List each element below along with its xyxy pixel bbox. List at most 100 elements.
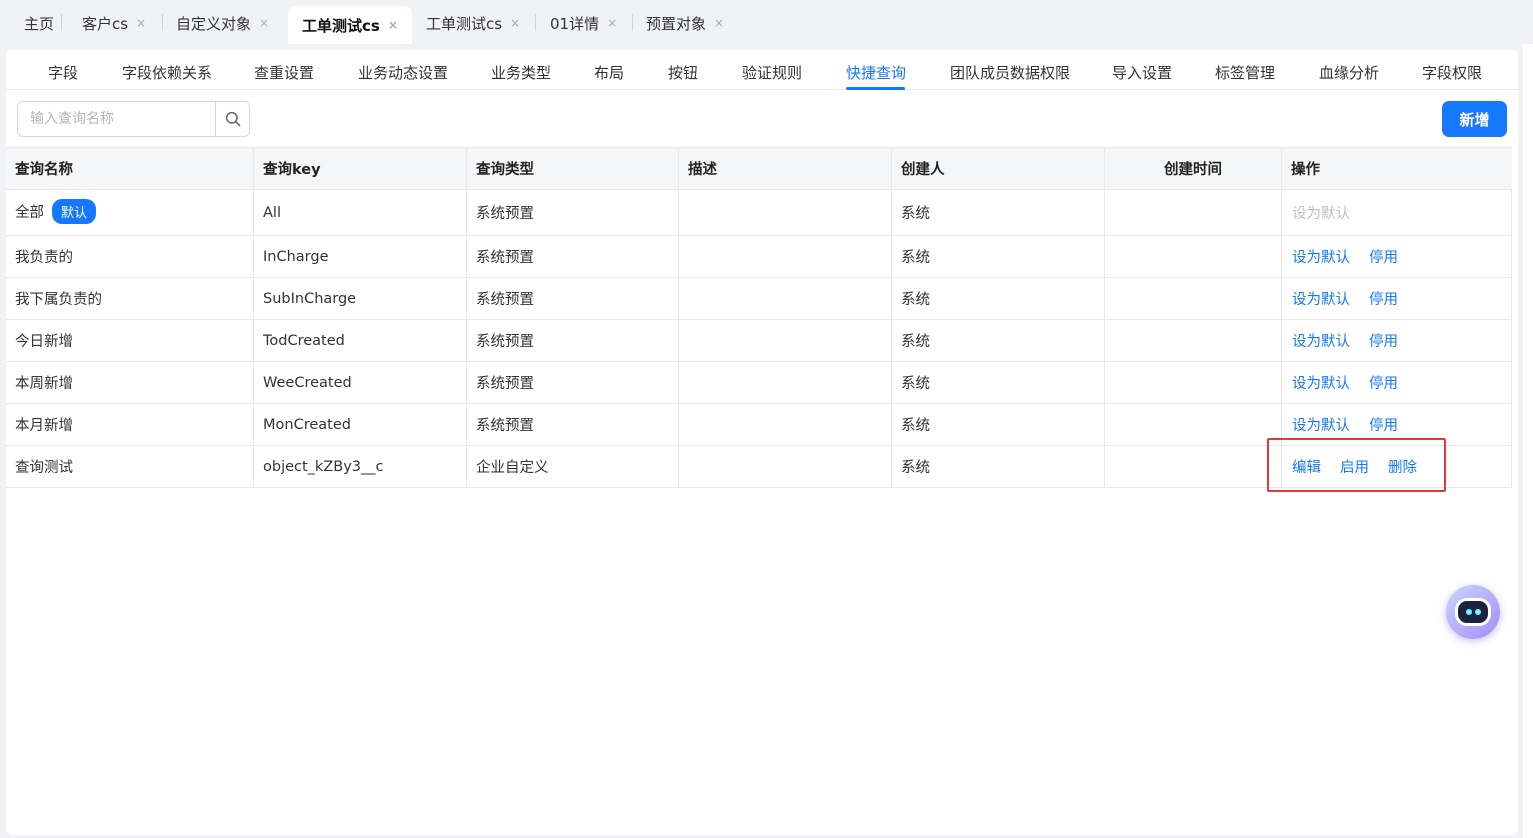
cell-text: 系统预置 <box>476 334 534 350</box>
action-link[interactable]: 设为默认 <box>1292 414 1350 435</box>
column-header: 描述 <box>679 148 892 189</box>
cell-key: All <box>254 190 467 235</box>
subnav-item-12[interactable]: 血缘分析 <box>1319 62 1379 83</box>
cell-name: 查询测试 <box>6 446 254 487</box>
column-header: 创建时间 <box>1105 148 1282 189</box>
cell-type: 系统预置 <box>467 362 679 403</box>
cell-desc <box>679 190 892 235</box>
action-link[interactable]: 停用 <box>1369 414 1398 435</box>
subnav-item-7[interactable]: 验证规则 <box>742 62 802 83</box>
cell-key: WeeCreated <box>254 362 467 403</box>
cell-text: TodCreated <box>263 332 345 349</box>
active-subnav-underline <box>846 87 905 90</box>
tab-1[interactable]: 客户cs × <box>82 6 146 40</box>
cell-name: 我下属负责的 <box>6 278 254 319</box>
search-icon <box>225 111 240 127</box>
tab-label: 主页 <box>24 14 55 33</box>
cell-key: InCharge <box>254 236 467 277</box>
action-link[interactable]: 设为默认 <box>1292 372 1350 393</box>
tab-divider <box>632 14 633 31</box>
cell-name: 本月新增 <box>6 404 254 445</box>
cell-text: 系统 <box>901 418 930 434</box>
cell-creator: 系统 <box>892 236 1105 277</box>
subnav-item-0[interactable]: 字段 <box>48 62 78 83</box>
action-link[interactable]: 停用 <box>1369 330 1398 351</box>
column-header: 查询名称 <box>6 148 254 189</box>
tab-5[interactable]: 01详情 × <box>550 6 617 40</box>
subnav-item-9[interactable]: 团队成员数据权限 <box>950 62 1070 83</box>
column-header: 查询key <box>254 148 467 189</box>
close-icon[interactable]: × <box>510 16 520 30</box>
cell-text: 系统 <box>901 250 930 266</box>
cell-text: 系统 <box>901 376 930 392</box>
column-header: 查询类型 <box>467 148 679 189</box>
action-link[interactable]: 停用 <box>1369 246 1398 267</box>
cell-creator: 系统 <box>892 404 1105 445</box>
cell-text: 系统预置 <box>476 376 534 392</box>
action-link[interactable]: 停用 <box>1369 288 1398 309</box>
cell-type: 系统预置 <box>467 236 679 277</box>
cell-creator: 系统 <box>892 446 1105 487</box>
cell-text: WeeCreated <box>263 374 352 391</box>
tab-label: 自定义对象 <box>176 14 252 33</box>
top-tab-bar: 主页 客户cs × 自定义对象 × 工单测试cs × 工单测试cs × 01详情 × 预置对象 × <box>0 0 1533 44</box>
subnav-item-3[interactable]: 业务动态设置 <box>358 62 448 83</box>
cell-text: MonCreated <box>263 416 351 433</box>
cell-creator: 系统 <box>892 362 1105 403</box>
cell-actions: 设为默认 停用 <box>1282 278 1512 319</box>
cell-text: SubInCharge <box>263 290 357 307</box>
action-link[interactable]: 设为默认 <box>1292 246 1350 267</box>
cell-type: 系统预置 <box>467 278 679 319</box>
assistant-button[interactable] <box>1446 585 1500 639</box>
search-button[interactable] <box>215 102 249 136</box>
subnav-item-4[interactable]: 业务类型 <box>491 62 551 83</box>
cell-text: 系统 <box>901 460 930 476</box>
default-badge: 默认 <box>52 199 97 224</box>
subnav-item-10[interactable]: 导入设置 <box>1112 62 1172 83</box>
add-query-button[interactable]: 新增 <box>1442 101 1507 137</box>
tab-label: 客户cs <box>82 14 129 33</box>
tab-2[interactable]: 自定义对象 × <box>176 6 269 40</box>
table-row: 我负责的 InCharge 系统预置 系统 设为默认 停用 <box>6 236 1512 278</box>
action-link[interactable]: 设为默认 <box>1292 330 1350 351</box>
close-icon[interactable]: × <box>259 16 269 30</box>
subnav-item-2[interactable]: 查重设置 <box>254 62 314 83</box>
cell-text: 系统预置 <box>476 292 534 308</box>
cell-created <box>1105 236 1282 277</box>
subnav-item-11[interactable]: 标签管理 <box>1215 62 1275 83</box>
cell-text: 系统预置 <box>476 250 534 266</box>
tab-0[interactable]: 主页 <box>24 6 54 40</box>
tab-divider <box>535 14 536 31</box>
table-header: 查询名称 查询key 查询类型 描述 创建人 创建时间 操作 <box>6 147 1512 190</box>
query-search-box <box>17 101 250 137</box>
cell-desc <box>679 320 892 361</box>
subnav-item-8[interactable]: 快捷查询 <box>846 62 906 83</box>
subnav-item-5[interactable]: 布局 <box>594 62 624 83</box>
cell-text: 系统 <box>901 334 930 350</box>
tab-3[interactable]: 工单测试cs × <box>288 6 412 44</box>
column-header: 操作 <box>1291 162 1320 178</box>
settings-subnav: 字段 字段依赖关系 查重设置 业务动态设置 业务类型 布局 按钮 验证规则 快捷查询 团队成员数据… <box>6 50 1518 90</box>
tab-label: 预置对象 <box>646 14 707 33</box>
close-icon[interactable]: × <box>388 18 398 32</box>
table-row: 全部 默认 All 系统预置 系统 设为默认 <box>6 190 1512 236</box>
query-search-input[interactable] <box>18 102 215 136</box>
tab-4[interactable]: 工单测试cs × <box>426 6 520 40</box>
cell-type: 企业自定义 <box>467 446 679 487</box>
cell-desc <box>679 236 892 277</box>
subnav-item-6[interactable]: 按钮 <box>668 62 698 83</box>
close-icon[interactable]: × <box>607 16 617 30</box>
cell-text: 企业自定义 <box>476 460 549 476</box>
action-link[interactable]: 停用 <box>1369 372 1398 393</box>
close-icon[interactable]: × <box>136 16 146 30</box>
close-icon[interactable]: × <box>714 16 724 30</box>
subnav-item-13[interactable]: 字段权限 <box>1422 62 1482 83</box>
cell-text: 系统 <box>901 206 930 222</box>
cell-name: 我负责的 <box>6 236 254 277</box>
cell-text: 系统预置 <box>476 206 534 222</box>
cell-created <box>1105 320 1282 361</box>
tab-6[interactable]: 预置对象 × <box>646 6 724 40</box>
action-link[interactable]: 设为默认 <box>1292 288 1350 309</box>
cell-type: 系统预置 <box>467 404 679 445</box>
subnav-item-1[interactable]: 字段依赖关系 <box>122 62 212 83</box>
